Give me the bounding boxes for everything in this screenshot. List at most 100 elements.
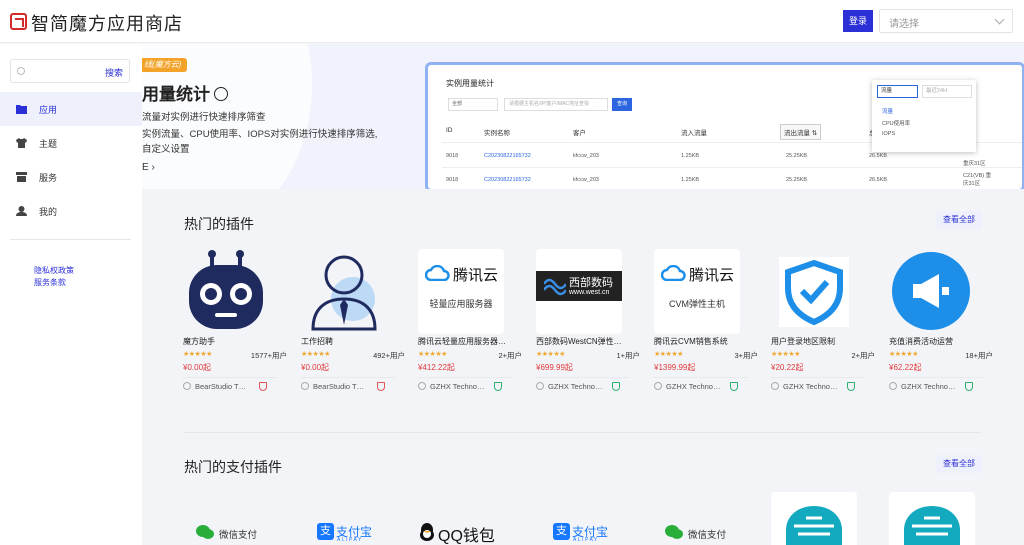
logo-text: 西部数码: [569, 277, 613, 289]
plugin-vendor: BearStudio T…: [195, 382, 247, 391]
search-input[interactable]: 搜索: [10, 59, 130, 83]
card-divider: [654, 377, 748, 378]
shield-icon: [612, 382, 620, 391]
preview-dropdown-option: 流量: [882, 109, 894, 115]
logo-icon[interactable]: [10, 13, 27, 30]
logo-text: 腾讯云: [453, 267, 499, 284]
plugin-card[interactable]: 工作招聘 ★★★★★ 492+用户 ¥0.00起 BearStudio T…: [301, 249, 409, 399]
preview-title: 实例用量统计: [446, 79, 494, 88]
plugin-name: 用户登录地区限制: [771, 337, 835, 346]
vendor-icon: [183, 382, 191, 390]
card-divider: [536, 377, 630, 378]
shield-icon: [377, 382, 385, 391]
preview-col: 客户: [573, 130, 586, 137]
pay-plugins-see-all-button[interactable]: 查看全部: [936, 455, 982, 473]
preview-col: 实例名称: [484, 130, 510, 137]
app-title[interactable]: 智简魔方应用商店: [31, 10, 183, 36]
preview-cell: 9018: [446, 153, 459, 159]
preview-cell: kfccw_203: [573, 153, 599, 159]
plugin-price: ¥699.99起: [536, 363, 573, 372]
vendor-icon: [301, 382, 309, 390]
megaphone-icon: [892, 252, 970, 330]
sidebar-item-apps[interactable]: 应用: [0, 92, 142, 126]
search-icon: [17, 67, 25, 75]
plugin-card[interactable]: 用户登录地区限制 ★★★★★ 2+用户 ¥20.22起 GZHX Techno…: [771, 249, 879, 399]
pay-plugin-wechat[interactable]: 微信支付: [665, 520, 735, 545]
rating-stars: ★★★★★: [889, 351, 918, 358]
preview-dropdown-period: 最近24H: [922, 85, 972, 98]
banner-line: 自定义设置: [142, 144, 190, 155]
vendor-icon: [654, 382, 662, 390]
terms-of-service-link[interactable]: 服务条款: [34, 277, 66, 288]
banner-line: 流量对实例进行快速排序筛查: [142, 112, 266, 123]
sidebar-item-services[interactable]: 服务: [0, 160, 142, 194]
user-icon: [16, 206, 27, 216]
privacy-policy-link[interactable]: 隐私权政策: [34, 265, 74, 276]
robot-icon: [189, 250, 263, 329]
alipay-icon: 支: [553, 523, 570, 540]
preview-dropdown-option: IOPS: [882, 131, 896, 137]
preview-cell: C21(VB) 重庆31区: [963, 173, 992, 187]
sidebar-item-label: 我的: [39, 207, 58, 217]
language-select[interactable]: 请选择: [879, 9, 1013, 33]
box-icon: [16, 172, 27, 182]
language-select-placeholder: 请选择: [889, 19, 919, 30]
folder-icon: [16, 105, 27, 114]
alipay-icon: 支: [317, 523, 334, 540]
hot-plugins-see-all-button[interactable]: 查看全部: [936, 211, 982, 229]
plugin-name: 腾讯云CVM销售系统: [654, 337, 728, 346]
banner-more-link[interactable]: E ›: [142, 162, 155, 173]
tencent-cloud-logo: 腾讯云 CVM弹性主机: [654, 249, 740, 334]
hot-plugins-title: 热门的插件: [184, 216, 254, 232]
banner-title: 用量统计: [142, 80, 228, 105]
sidebar-item-mine[interactable]: 我的: [0, 194, 142, 228]
shield-icon: [494, 382, 502, 391]
plugin-price: ¥1399.99起: [654, 363, 696, 372]
plugin-vendor: GZHX Techno…: [548, 382, 603, 391]
sidebar-item-themes[interactable]: 主题: [0, 126, 142, 160]
pay-plugins-title: 热门的支付插件: [184, 459, 282, 475]
login-button[interactable]: 登录: [843, 10, 873, 32]
pay-plugin-wechat[interactable]: 微信支付: [196, 520, 266, 545]
card-divider: [301, 377, 395, 378]
pay-plugin-qqwallet[interactable]: QQ钱包: [419, 520, 509, 545]
plugin-card[interactable]: 魔方助手 ★★★★★ 1577+用户 ¥0.00起 BearStudio T…: [183, 249, 291, 399]
wave-icon: [544, 278, 566, 296]
businessman-icon: [311, 255, 377, 331]
chevron-down-icon: [994, 14, 1005, 25]
preview-col: 流入流量: [681, 130, 707, 137]
plugin-name: 魔方助手: [183, 337, 215, 346]
plugin-card[interactable]: 腾讯云 CVM弹性主机 腾讯云CVM销售系统 ★★★★★ 3+用户 ¥1399.…: [654, 249, 762, 399]
plugin-vendor: GZHX Techno…: [783, 382, 838, 391]
pay-plugin-label: 微信支付: [219, 530, 258, 541]
vendor-icon: [771, 382, 779, 390]
plugin-card[interactable]: 充值消费活动运营 ★★★★★ 18+用户 ¥62.22起 GZHX Techno…: [889, 249, 997, 399]
preview-cell: kfccw_203: [573, 177, 599, 183]
plugin-card[interactable]: 西部数码 www.west.cn 西部数码WestCN弹性… ★★★★★ 1+用…: [536, 249, 644, 399]
payment-logo-icon: [904, 506, 960, 545]
logo-subtext: 轻量应用服务器: [429, 299, 493, 309]
search-button[interactable]: 搜索: [105, 66, 123, 79]
promo-banner[interactable]: 线(魔方云) 用量统计 流量对实例进行快速排序筛查 实例流量、CPU使用率、IO…: [142, 44, 1024, 189]
pay-plugin-card[interactable]: [771, 492, 857, 545]
preview-dropdown: 流量 最近24H 流量 CPU使用率 IOPS: [872, 80, 976, 152]
pay-plugin-alipay[interactable]: 支 支付宝 ALIPAY: [317, 520, 377, 545]
preview-cell: 1.25KB: [681, 177, 700, 183]
plugin-users: 492+用户: [373, 351, 405, 360]
preview-search: 请根据主机名/IP/客户/MAC地址查找: [504, 98, 608, 111]
pay-plugin-label: 微信支付: [688, 530, 727, 541]
plugin-users: 2+用户: [498, 351, 522, 360]
pay-plugin-alipay[interactable]: 支 支付宝 ALIPAY: [553, 520, 613, 545]
shield-icon: [259, 382, 267, 391]
wechat-icon: [196, 525, 214, 539]
rating-stars: ★★★★★: [183, 351, 212, 358]
usage-preview-screenshot: 实例用量统计 全部 请根据主机名/IP/客户/MAC地址查找 查询 ID 实例名…: [425, 62, 1024, 189]
plugin-price: ¥62.22起: [889, 363, 922, 372]
preview-row-divider: [442, 167, 1022, 168]
rating-stars: ★★★★★: [418, 351, 447, 358]
rating-stars: ★★★★★: [771, 351, 800, 358]
pay-plugin-card[interactable]: [889, 492, 975, 545]
card-divider: [889, 377, 983, 378]
card-divider: [183, 377, 277, 378]
plugin-card[interactable]: 腾讯云 轻量应用服务器 腾讯云轻量应用服务器… ★★★★★ 2+用户 ¥412.…: [418, 249, 526, 399]
